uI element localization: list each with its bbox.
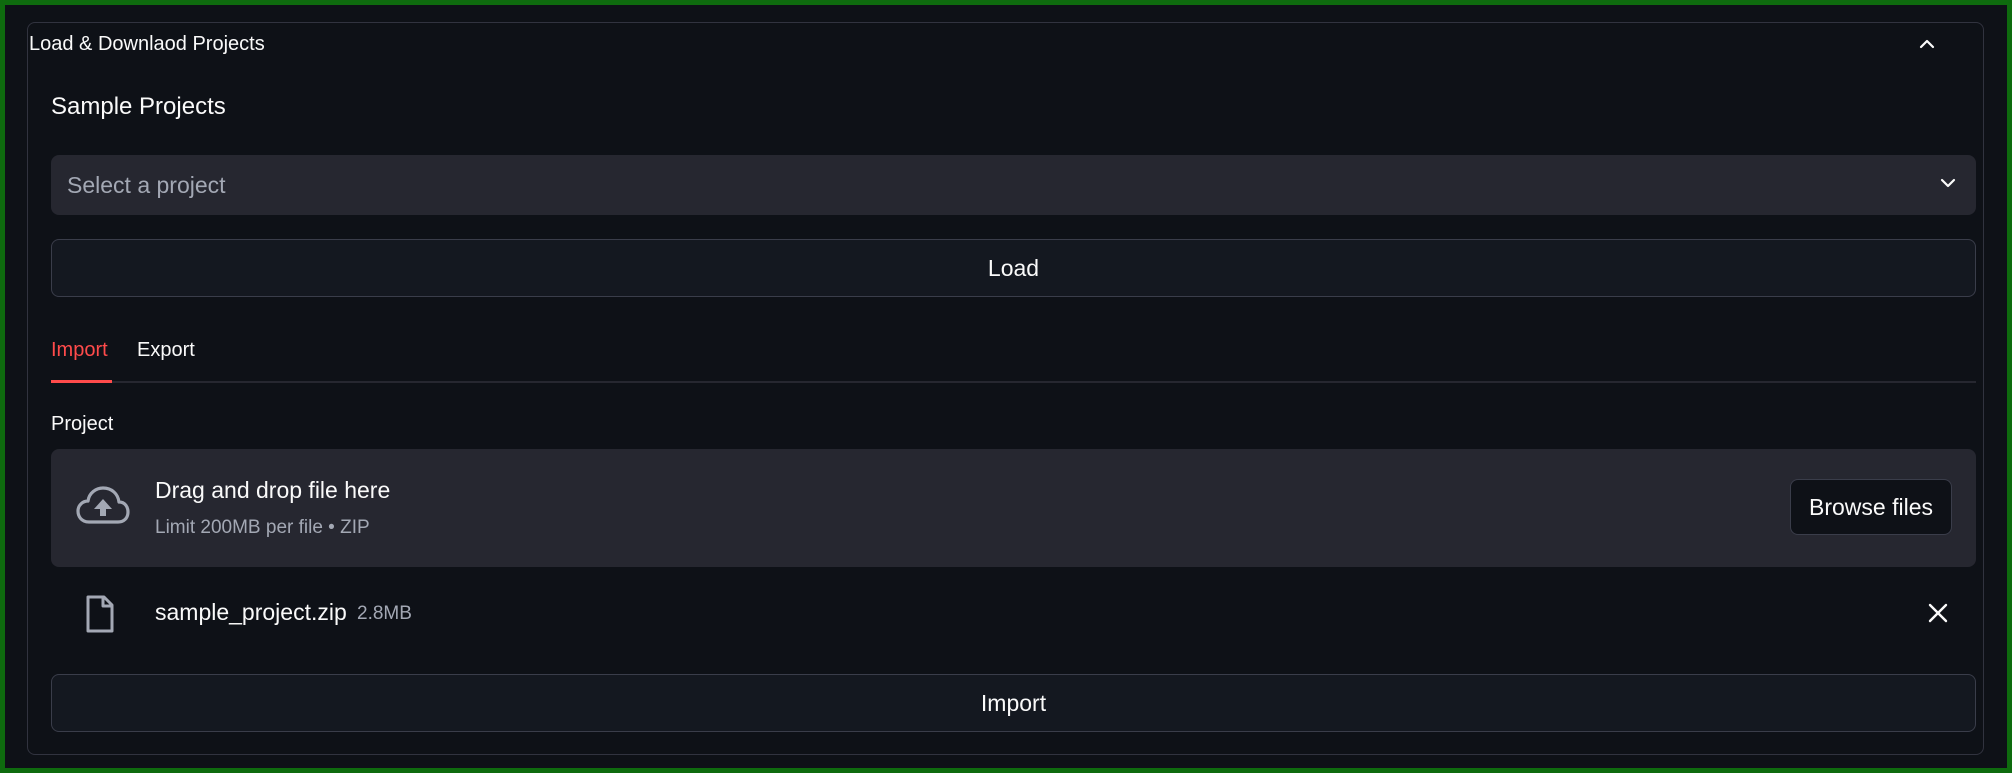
active-tab-indicator	[51, 380, 112, 383]
import-button[interactable]: Import	[51, 674, 1976, 732]
projects-expander	[27, 22, 1984, 755]
file-dropzone[interactable]: Drag and drop file here Limit 200MB per …	[51, 449, 1976, 567]
file-size: 2.8MB	[357, 603, 412, 624]
app-frame: Load & Downlaod Projects Sample Projects…	[5, 5, 2007, 768]
dropzone-limit-text: Limit 200MB per file • ZIP	[155, 517, 370, 538]
expander-header[interactable]: Load & Downlaod Projects	[29, 27, 1938, 61]
file-icon	[85, 595, 115, 633]
close-icon[interactable]	[1926, 601, 1950, 625]
project-upload-label: Project	[51, 413, 114, 435]
uploaded-file-row: sample_project.zip 2.8MB	[51, 585, 1976, 641]
cloud-upload-icon	[75, 484, 131, 528]
project-select-placeholder: Select a project	[67, 171, 226, 198]
browse-files-button[interactable]: Browse files	[1790, 479, 1952, 535]
chevron-up-icon[interactable]	[1916, 33, 1938, 55]
tab-export[interactable]: Export	[137, 339, 195, 362]
dropzone-title: Drag and drop file here	[155, 477, 391, 503]
tab-bar-divider	[51, 381, 1976, 383]
tab-bar: Import Export	[51, 331, 1976, 383]
chevron-down-icon	[1938, 173, 1958, 198]
load-button[interactable]: Load	[51, 239, 1976, 297]
tab-import[interactable]: Import	[51, 339, 108, 362]
sample-projects-title: Sample Projects	[51, 93, 226, 120]
file-name: sample_project.zip	[155, 599, 347, 625]
project-select[interactable]: Select a project	[51, 155, 1976, 215]
expander-title: Load & Downlaod Projects	[29, 32, 265, 55]
